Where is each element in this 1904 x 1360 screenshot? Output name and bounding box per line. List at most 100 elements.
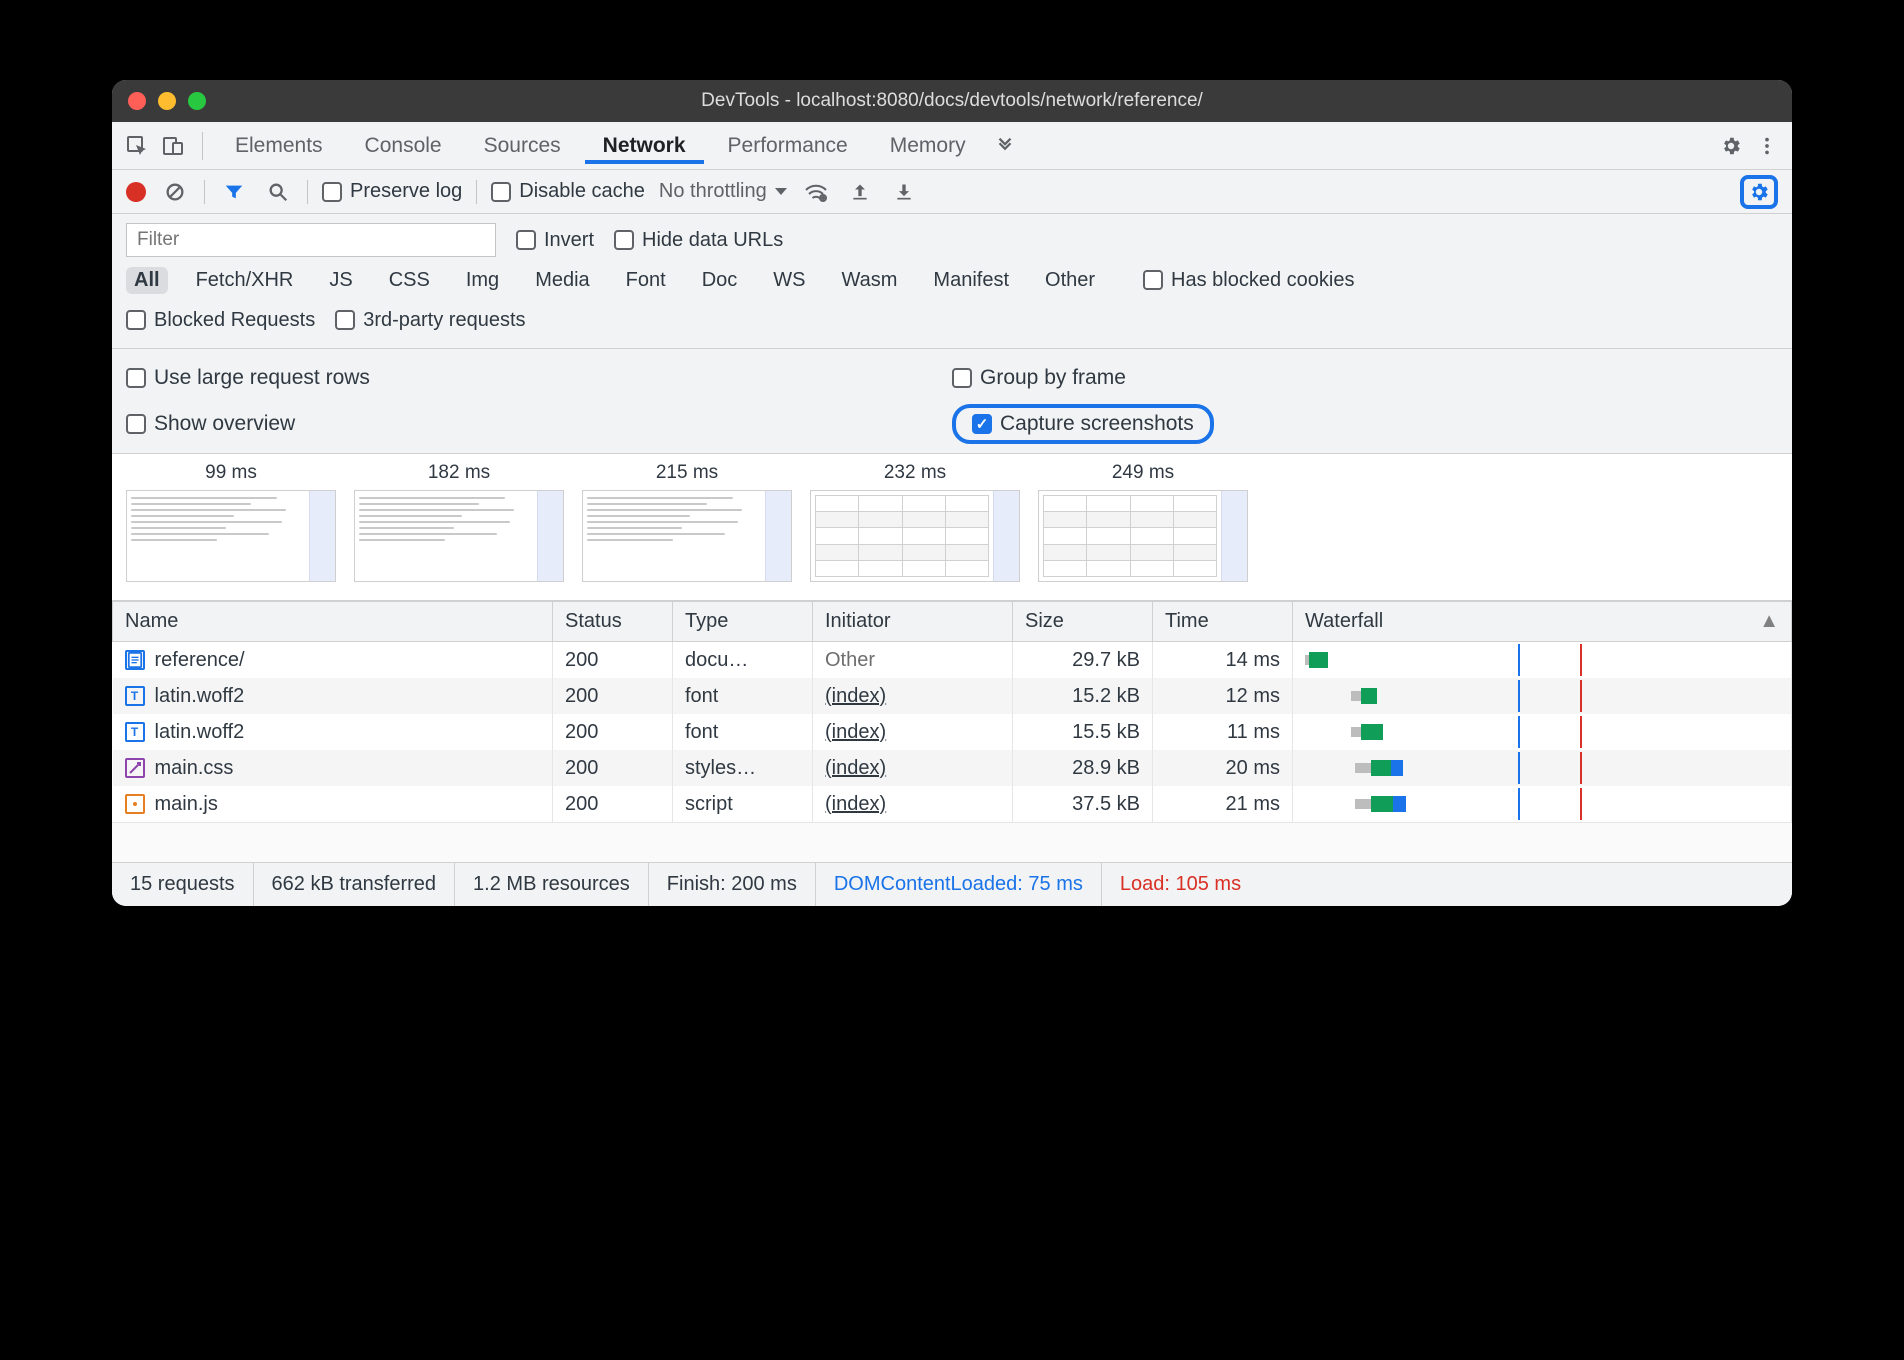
inspect-element-icon[interactable] — [122, 131, 152, 161]
request-time: 12 ms — [1153, 678, 1293, 714]
third-party-label: 3rd-party requests — [363, 309, 525, 332]
screenshot-thumb[interactable]: 232 ms — [810, 462, 1020, 582]
status-requests: 15 requests — [112, 863, 254, 906]
request-time: 11 ms — [1153, 714, 1293, 750]
more-tabs-icon[interactable] — [990, 131, 1020, 161]
request-size: 15.5 kB — [1013, 714, 1153, 750]
has-blocked-cookies-checkbox[interactable]: Has blocked cookies — [1143, 269, 1354, 292]
capture-screenshots-checkbox[interactable]: Capture screenshots — [972, 412, 1194, 436]
record-button[interactable] — [126, 182, 146, 202]
type-filter-doc[interactable]: Doc — [694, 267, 746, 294]
preserve-log-checkbox[interactable]: Preserve log — [322, 180, 462, 203]
throttling-dropdown[interactable]: No throttling — [659, 180, 787, 203]
hide-data-urls-label: Hide data URLs — [642, 229, 783, 252]
col-time[interactable]: Time — [1153, 602, 1293, 642]
tab-console[interactable]: Console — [347, 128, 460, 164]
col-size[interactable]: Size — [1013, 602, 1153, 642]
search-icon[interactable] — [263, 177, 293, 207]
group-by-frame-checkbox[interactable]: Group by frame — [952, 366, 1126, 390]
hide-data-urls-checkbox[interactable]: Hide data URLs — [614, 229, 783, 252]
filter-input[interactable] — [126, 223, 496, 257]
filter-toggle-icon[interactable] — [219, 177, 249, 207]
initiator-link[interactable]: (index) — [825, 685, 886, 707]
tab-memory[interactable]: Memory — [872, 128, 984, 164]
initiator-link[interactable]: (index) — [825, 757, 886, 779]
type-filter-wasm[interactable]: Wasm — [834, 267, 906, 294]
table-header-row: Name Status Type Initiator Size Time Wat… — [113, 602, 1792, 642]
type-filter-media[interactable]: Media — [527, 267, 597, 294]
disable-cache-label: Disable cache — [519, 180, 645, 203]
clear-icon[interactable] — [160, 177, 190, 207]
requests-table: Name Status Type Initiator Size Time Wat… — [112, 601, 1792, 822]
screenshot-time: 232 ms — [810, 462, 1020, 484]
type-filter-other[interactable]: Other — [1037, 267, 1103, 294]
request-status: 200 — [553, 786, 673, 822]
settings-gear-icon[interactable] — [1716, 131, 1746, 161]
disable-cache-checkbox[interactable]: Disable cache — [491, 180, 645, 203]
request-size: 15.2 kB — [1013, 678, 1153, 714]
kebab-menu-icon[interactable] — [1752, 131, 1782, 161]
type-filter-fetch-xhr[interactable]: Fetch/XHR — [188, 267, 302, 294]
waterfall-bar — [1305, 684, 1779, 708]
col-type[interactable]: Type — [673, 602, 813, 642]
tab-sources[interactable]: Sources — [466, 128, 579, 164]
type-filter-ws[interactable]: WS — [765, 267, 813, 294]
tab-elements[interactable]: Elements — [217, 128, 341, 164]
has-blocked-cookies-label: Has blocked cookies — [1171, 269, 1354, 292]
screenshot-thumb[interactable]: 182 ms — [354, 462, 564, 582]
table-row[interactable]: main.js200script(index)37.5 kB21 ms — [113, 786, 1792, 822]
close-window-button[interactable] — [128, 92, 146, 110]
request-type: docu… — [673, 642, 813, 679]
initiator-link[interactable]: (index) — [825, 721, 886, 743]
initiator-link[interactable]: (index) — [825, 793, 886, 815]
table-row[interactable]: Tlatin.woff2200font(index)15.5 kB11 ms — [113, 714, 1792, 750]
invert-label: Invert — [544, 229, 594, 252]
blocked-requests-checkbox[interactable]: Blocked Requests — [126, 309, 315, 332]
type-filter-all[interactable]: All — [126, 267, 168, 294]
network-conditions-icon[interactable] — [801, 177, 831, 207]
col-initiator[interactable]: Initiator — [813, 602, 1013, 642]
panel-tabs: ElementsConsoleSourcesNetworkPerformance… — [217, 128, 984, 164]
waterfall-bar — [1305, 648, 1779, 672]
invert-checkbox[interactable]: Invert — [516, 229, 594, 252]
col-waterfall[interactable]: Waterfall▲ — [1293, 602, 1792, 642]
type-filter-manifest[interactable]: Manifest — [925, 267, 1017, 294]
type-filter-img[interactable]: Img — [458, 267, 507, 294]
large-rows-checkbox[interactable]: Use large request rows — [126, 366, 370, 390]
device-toolbar-icon[interactable] — [158, 131, 188, 161]
screenshot-time: 249 ms — [1038, 462, 1248, 484]
throttling-value: No throttling — [659, 180, 767, 203]
screenshot-thumb[interactable]: 215 ms — [582, 462, 792, 582]
separator — [204, 180, 205, 204]
request-status: 200 — [553, 678, 673, 714]
col-status[interactable]: Status — [553, 602, 673, 642]
col-name[interactable]: Name — [113, 602, 553, 642]
initiator-text: Other — [825, 649, 875, 671]
third-party-checkbox[interactable]: 3rd-party requests — [335, 309, 525, 332]
table-row[interactable]: main.css200styles…(index)28.9 kB20 ms — [113, 750, 1792, 786]
type-filter-js[interactable]: JS — [321, 267, 360, 294]
request-name: reference/ — [155, 649, 245, 672]
request-name: latin.woff2 — [155, 685, 245, 708]
network-settings-button[interactable] — [1740, 175, 1778, 209]
type-filter-font[interactable]: Font — [618, 267, 674, 294]
show-overview-checkbox[interactable]: Show overview — [126, 412, 295, 436]
upload-har-icon[interactable] — [845, 177, 875, 207]
screenshot-time: 99 ms — [126, 462, 336, 484]
request-size: 29.7 kB — [1013, 642, 1153, 679]
screenshot-thumb[interactable]: 249 ms — [1038, 462, 1248, 582]
table-row[interactable]: reference/200docu…Other29.7 kB14 ms — [113, 642, 1792, 679]
tab-network[interactable]: Network — [585, 128, 704, 164]
tab-performance[interactable]: Performance — [710, 128, 866, 164]
screenshot-thumb[interactable]: 99 ms — [126, 462, 336, 582]
window-title: DevTools - localhost:8080/docs/devtools/… — [112, 90, 1792, 112]
download-har-icon[interactable] — [889, 177, 919, 207]
table-row[interactable]: Tlatin.woff2200font(index)15.2 kB12 ms — [113, 678, 1792, 714]
status-load: Load: 105 ms — [1102, 863, 1259, 906]
devtools-window: DevTools - localhost:8080/docs/devtools/… — [112, 80, 1792, 906]
type-filter-css[interactable]: CSS — [381, 267, 438, 294]
minimize-window-button[interactable] — [158, 92, 176, 110]
table-blank-area — [112, 822, 1792, 862]
maximize-window-button[interactable] — [188, 92, 206, 110]
file-type-icon: T — [125, 722, 145, 742]
